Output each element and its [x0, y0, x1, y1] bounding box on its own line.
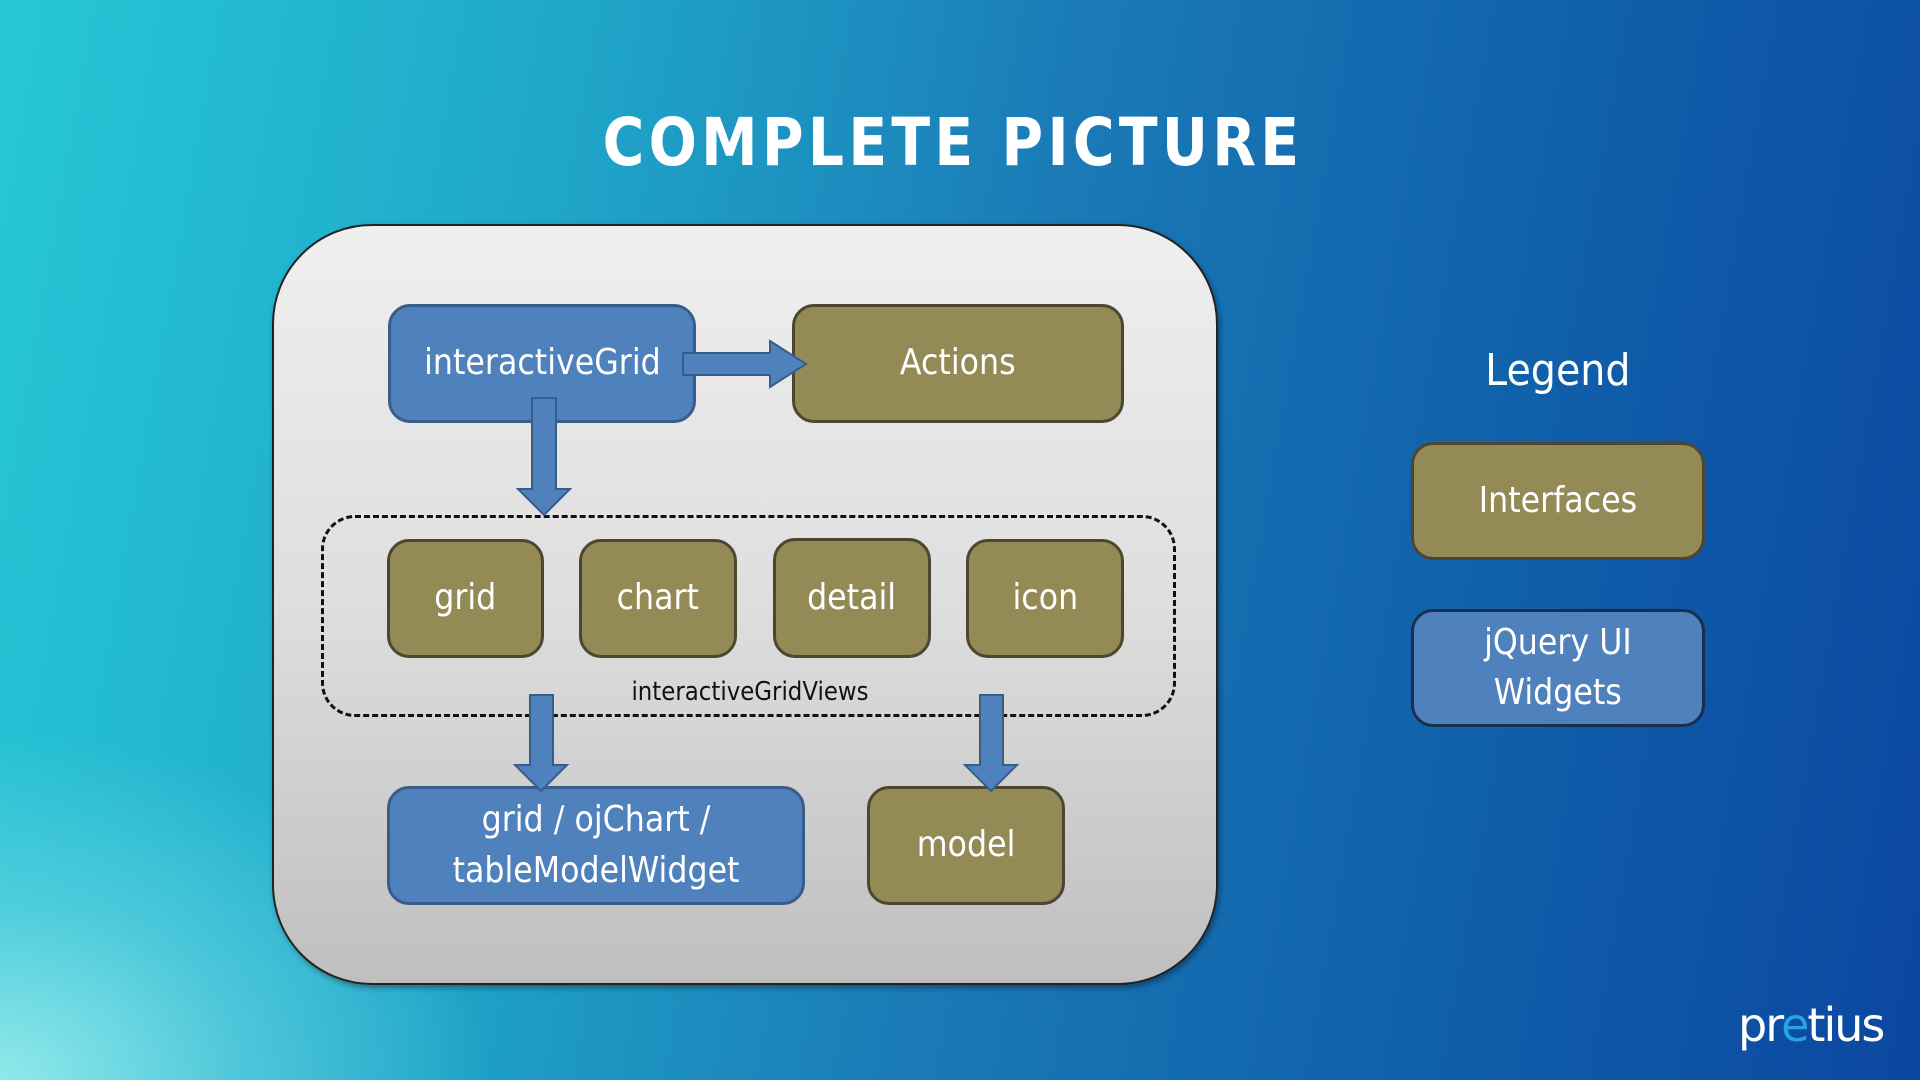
actions-label: Actions [900, 342, 1016, 384]
view-label: chart [616, 577, 700, 619]
legend-widgets-label-line2: Widgets [1493, 672, 1623, 713]
slide-title: COMPLETE PICTURE [602, 104, 1304, 181]
view-label: grid [434, 577, 497, 619]
interactive-grid-label: interactiveGrid [423, 342, 661, 384]
view-label: detail [807, 576, 897, 618]
view-label: icon [1012, 577, 1078, 619]
view-box-grid: grid [387, 539, 544, 658]
interactive-grid-box: interactiveGrid [388, 304, 696, 423]
model-label: model [916, 824, 1016, 866]
logo-text-2: tius [1807, 998, 1885, 1052]
widgets-label-line2: tableModelWidget [452, 849, 740, 891]
view-box-icon: icon [966, 539, 1124, 658]
logo-text-accent: e [1781, 998, 1809, 1052]
pretius-logo: pretius [1738, 998, 1885, 1052]
model-box: model [867, 786, 1065, 905]
view-box-detail: detail [773, 538, 931, 658]
view-box-chart: chart [579, 539, 737, 658]
logo-text-1: pr [1738, 998, 1783, 1052]
views-group-label: interactiveGridViews [631, 677, 869, 707]
actions-box: Actions [792, 304, 1124, 423]
legend-title: Legend [1411, 345, 1705, 396]
legend-widgets: jQuery UI Widgets [1411, 609, 1705, 727]
legend-interfaces-label: Interfaces [1478, 479, 1638, 521]
legend-title-text: Legend [1485, 345, 1631, 396]
widgets-box: grid / ojChart / tableModelWidget [387, 786, 805, 905]
widgets-label-line1: grid / ojChart / [481, 799, 711, 841]
legend-widgets-label-line1: jQuery UI [1484, 621, 1632, 663]
legend-interfaces: Interfaces [1411, 442, 1705, 560]
